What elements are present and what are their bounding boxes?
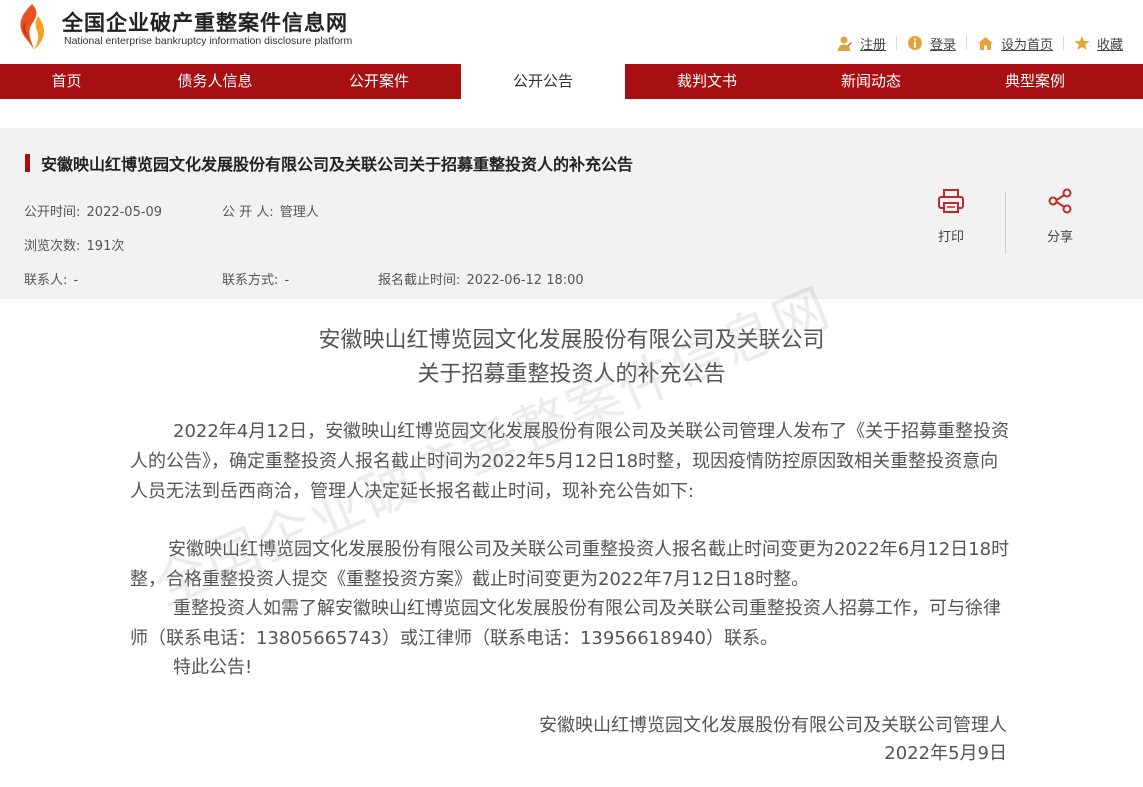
nav-item-judgments[interactable]: 裁判文书 — [625, 64, 789, 99]
contact-person-label: 联系人: — [24, 273, 68, 288]
announcement-title: 安徽映山红博览园文化发展股份有限公司及关联公司关于招募重整投资人的补充公告 — [25, 152, 633, 174]
site-header: 全国企业破产重整案件信息网 National enterprise bankru… — [0, 0, 1143, 64]
publish-time-label: 公开时间: — [24, 205, 81, 220]
register-user-icon — [838, 36, 852, 51]
view-count: 浏览次数: 191次 — [24, 235, 124, 254]
contact-person: 联系人: - — [24, 269, 78, 288]
document-paragraph-4: 特此公告! — [173, 657, 253, 678]
view-count-value: 191次 — [86, 239, 125, 254]
nav-item-typical-cases[interactable]: 典型案例 — [953, 64, 1117, 99]
contact-person-value: - — [73, 273, 79, 288]
share-button[interactable]: 分享 — [1040, 188, 1080, 245]
contact-method: 联系方式: - — [222, 269, 289, 288]
logo-flame-icon[interactable] — [14, 2, 50, 52]
home-icon — [978, 36, 994, 50]
registration-deadline-label: 报名截止时间: — [378, 273, 461, 288]
registration-deadline-value: 2022-06-12 18:00 — [466, 273, 584, 288]
site-subtitle: National enterprise bankruptcy informati… — [64, 35, 353, 47]
login-info-icon — [908, 36, 923, 50]
nav-item-public-announcements[interactable]: 公开公告 — [461, 64, 625, 99]
nav-item-news[interactable]: 新闻动态 — [789, 64, 953, 99]
title-accent-bar — [25, 154, 30, 172]
favorite-label: 收藏 — [1097, 37, 1124, 53]
contact-method-value: - — [284, 273, 290, 288]
announcement-title-text: 安徽映山红博览园文化发展股份有限公司及关联公司关于招募重整投资人的补充公告 — [41, 155, 634, 174]
contact-method-label: 联系方式: — [222, 273, 279, 288]
tool-divider — [1005, 192, 1006, 254]
set-home-label: 设为首页 — [1001, 37, 1054, 53]
divider — [1063, 36, 1065, 50]
nav-item-home[interactable]: 首页 — [0, 64, 133, 99]
publisher: 公 开 人: 管理人 — [222, 201, 319, 220]
nav-item-debtor-info[interactable]: 债务人信息 — [133, 64, 297, 99]
document-paragraph-2: 安徽映山红博览园文化发展股份有限公司及关联公司重整投资人报名截止时间变更为202… — [130, 539, 1010, 590]
print-label: 打印 — [937, 230, 964, 245]
set-home-link[interactable]: 设为首页 — [977, 34, 1053, 53]
publisher-value: 管理人 — [279, 205, 319, 220]
registration-deadline: 报名截止时间: 2022-06-12 18:00 — [378, 269, 584, 288]
main-nav: 首页 债务人信息 公开案件 公开公告 裁判文书 新闻动态 典型案例 — [0, 64, 1143, 99]
nav-item-public-cases[interactable]: 公开案件 — [297, 64, 461, 99]
register-link[interactable]: 注册 — [836, 34, 886, 53]
divider — [896, 36, 898, 50]
announcement-info-panel: 安徽映山红博览园文化发展股份有限公司及关联公司关于招募重整投资人的补充公告 公开… — [0, 128, 1143, 299]
document-heading-line1: 安徽映山红博览园文化发展股份有限公司及关联公司 — [318, 328, 825, 353]
document-signature: 安徽映山红博览园文化发展股份有限公司及关联公司管理人 — [539, 715, 1007, 736]
share-label: 分享 — [1046, 230, 1073, 245]
document-heading-line2: 关于招募重整投资人的补充公告 — [417, 362, 726, 387]
top-links: 注册 登录 设为首页 收藏 — [836, 33, 1123, 53]
site-title[interactable]: 全国企业破产重整案件信息网 — [62, 7, 348, 37]
divider — [966, 36, 968, 50]
login-label: 登录 — [930, 37, 957, 53]
publisher-label: 公 开 人: — [222, 205, 274, 220]
publish-time-value: 2022-05-09 — [86, 205, 163, 220]
star-icon — [1074, 36, 1090, 50]
printer-icon — [938, 189, 964, 213]
view-count-label: 浏览次数: — [24, 239, 81, 254]
share-icon — [1048, 188, 1072, 214]
document-paragraph-3: 重整投资人如需了解安徽映山红博览园文化发展股份有限公司及关联公司重整投资人招募工… — [130, 598, 1001, 649]
register-label: 注册 — [860, 37, 887, 53]
print-button[interactable]: 打印 — [931, 188, 971, 245]
document-paragraph-1: 2022年4月12日，安徽映山红博览园文化发展股份有限公司及关联公司管理人发布了… — [130, 421, 1010, 502]
document-date: 2022年5月9日 — [884, 743, 1007, 764]
favorite-link[interactable]: 收藏 — [1074, 34, 1123, 53]
publish-time: 公开时间: 2022-05-09 — [24, 201, 162, 220]
login-link[interactable]: 登录 — [907, 34, 956, 53]
